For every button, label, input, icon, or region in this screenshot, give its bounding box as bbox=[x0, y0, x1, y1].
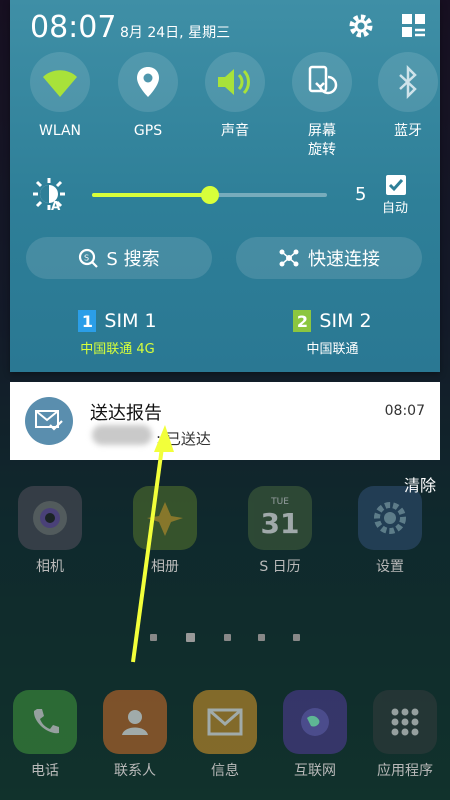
annotation-arrow bbox=[131, 425, 174, 663]
